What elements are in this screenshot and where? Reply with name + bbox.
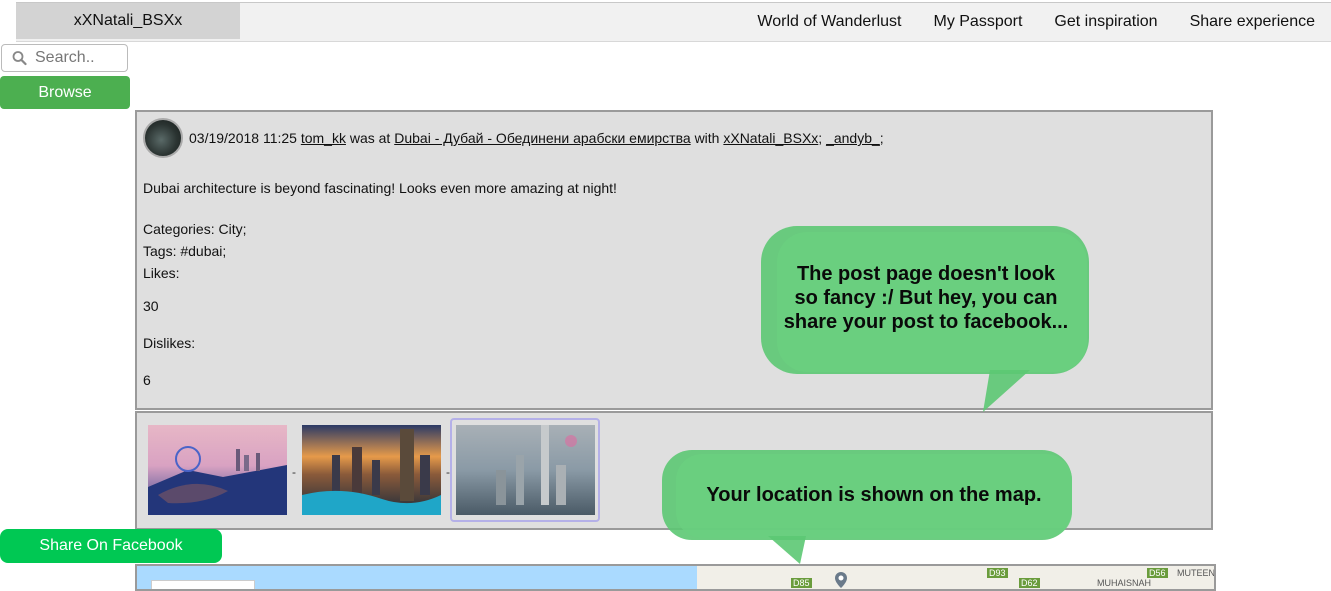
map-road-label: D56	[1147, 568, 1168, 578]
map-road-label: D85	[791, 578, 812, 588]
browse-button[interactable]: Browse	[0, 76, 130, 109]
nav-my-passport[interactable]: My Passport	[917, 13, 1038, 31]
map-place-label: MUTEENA	[1177, 568, 1215, 578]
username-label[interactable]: xXNatali_BSXx	[74, 12, 183, 30]
user-tab[interactable]: xXNatali_BSXx	[16, 3, 240, 39]
tagged-user-link[interactable]: _andyb_	[826, 130, 880, 146]
post-date: 03/19/2018 11:25	[189, 130, 297, 146]
location-link[interactable]: Dubai - Дубай - Обединени арабски емирст…	[394, 130, 690, 146]
search-icon	[12, 51, 27, 66]
post-meta: Categories: City; Tags: #dubai; Likes:	[143, 218, 246, 284]
photo-thumbnail[interactable]	[302, 425, 441, 515]
photo-thumbnail[interactable]	[148, 425, 287, 515]
map-zoom-control[interactable]	[151, 580, 255, 589]
location-map[interactable]: D85 D93 D62 D56 MUHAISNAH MUTEENA	[135, 564, 1216, 591]
map-road-label: D93	[987, 568, 1008, 578]
tags: Tags: #dubai;	[143, 243, 227, 259]
photo-thumbnail[interactable]	[456, 425, 595, 515]
likes-label: Likes:	[143, 265, 180, 281]
author-link[interactable]: tom_kk	[301, 130, 346, 146]
tutorial-callout-top-text: The post page doesn't look so fancy :/ B…	[783, 263, 1069, 333]
share-facebook-button[interactable]: Share On Facebook	[0, 529, 222, 563]
map-pin-icon[interactable]	[835, 572, 847, 588]
top-navbar: xXNatali_BSXx World of Wanderlust My Pas…	[16, 2, 1331, 42]
post-header: 03/19/2018 11:25 tom_kk was at Dubai - Д…	[143, 118, 884, 158]
dislikes-label: Dislikes:	[143, 335, 196, 351]
post-text: Dubai architecture is beyond fascinating…	[143, 180, 617, 196]
main-nav: World of Wanderlust My Passport Get insp…	[741, 3, 1331, 41]
tagged-user-link[interactable]: xXNatali_BSXx	[723, 130, 818, 146]
nav-share-experience[interactable]: Share experience	[1174, 13, 1331, 31]
dislikes-count: 6	[143, 372, 151, 388]
was-at-text: was at	[349, 130, 391, 146]
avatar[interactable]	[143, 118, 183, 158]
with-text: with	[694, 130, 720, 146]
nav-world-of-wanderlust[interactable]: World of Wanderlust	[741, 13, 917, 31]
gallery-separator: -	[292, 465, 296, 479]
tutorial-callout-bottom-text: Your location is shown on the map.	[706, 484, 1042, 506]
nav-get-inspiration[interactable]: Get inspiration	[1038, 13, 1173, 31]
map-road-label: D62	[1019, 578, 1040, 588]
search-box[interactable]	[1, 44, 128, 72]
search-input[interactable]	[33, 48, 127, 68]
likes-count: 30	[143, 298, 159, 314]
categories: Categories: City;	[143, 221, 247, 237]
map-place-label: MUHAISNAH	[1097, 578, 1152, 588]
